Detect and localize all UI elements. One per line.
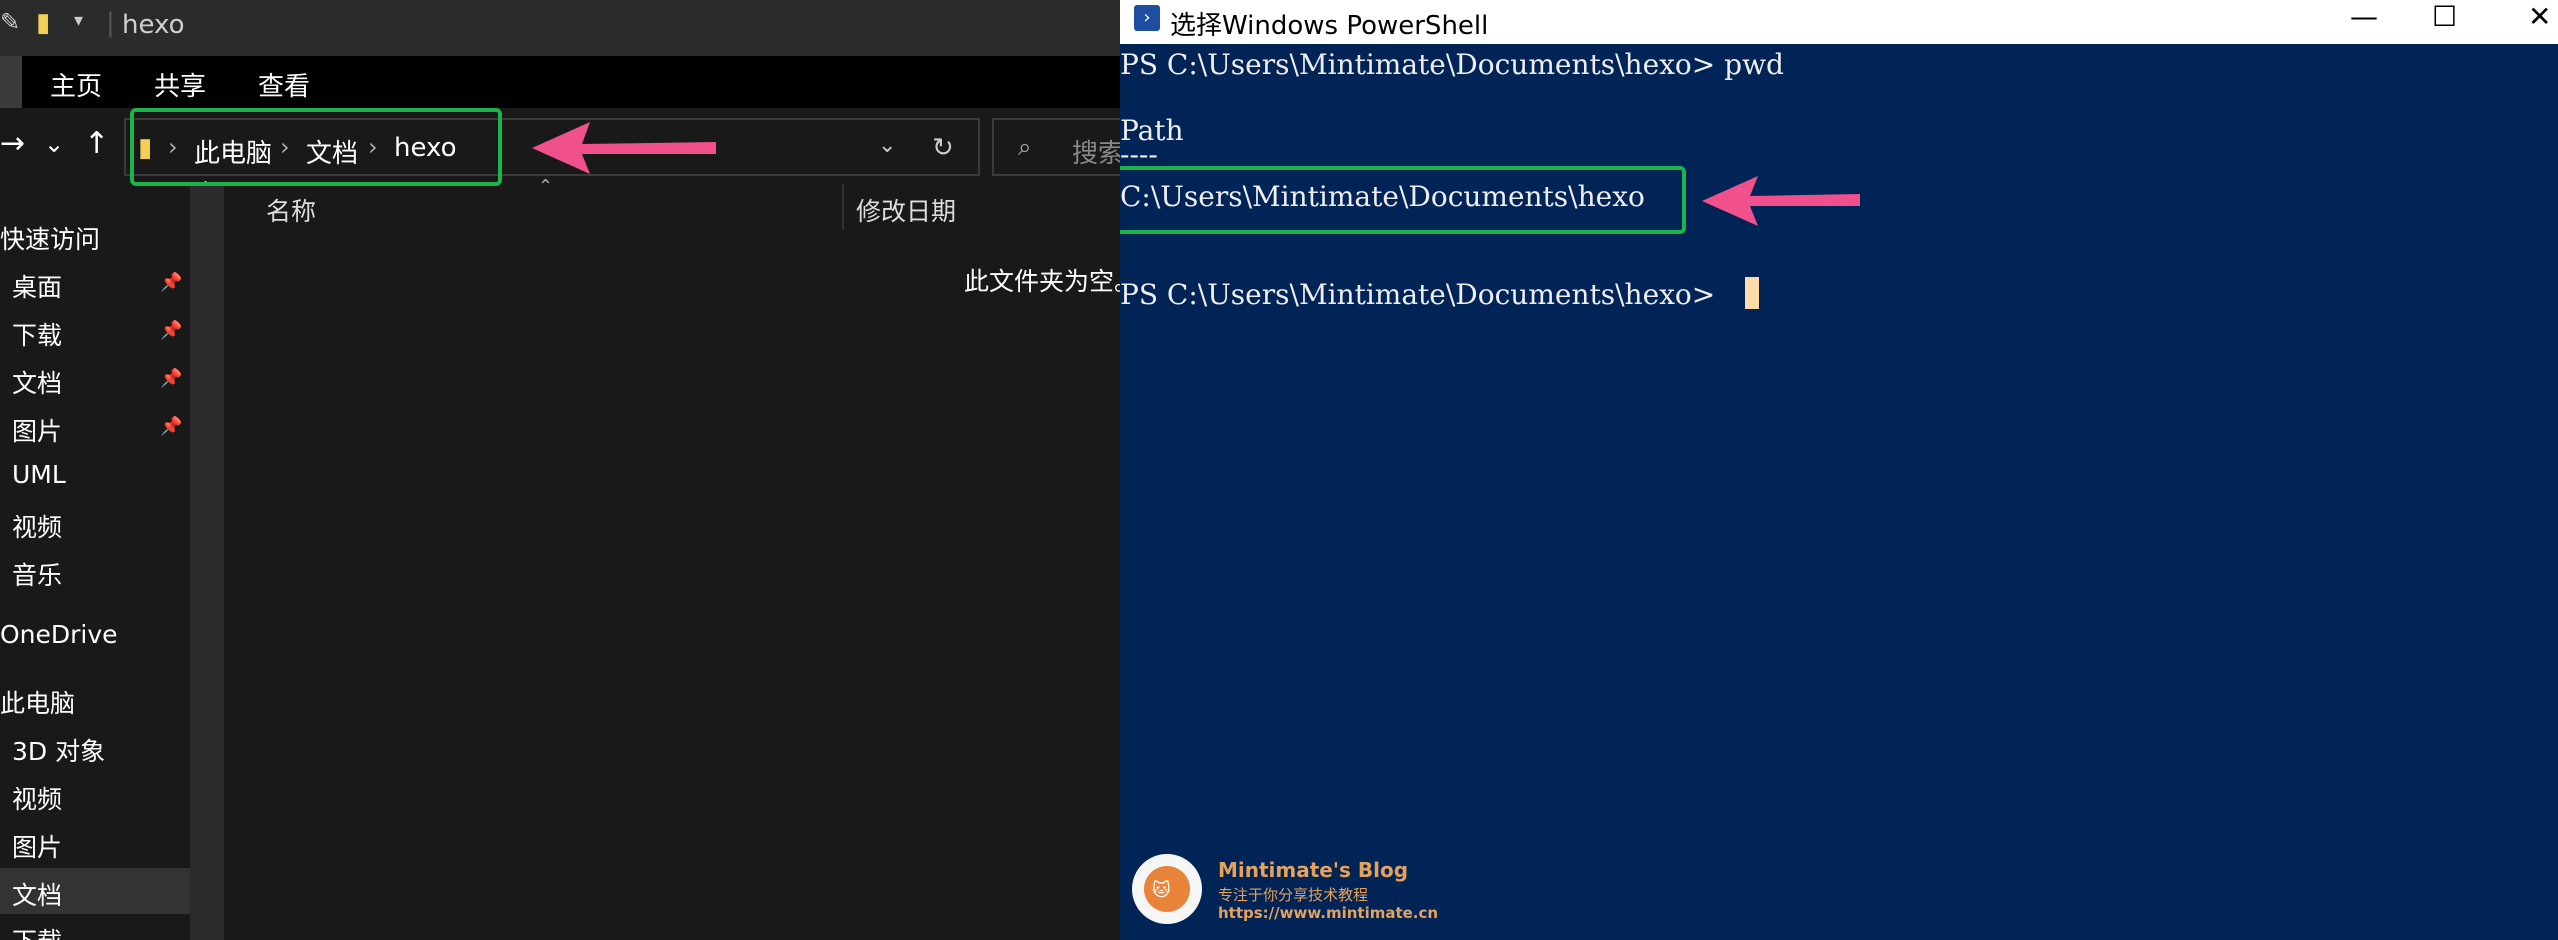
watermark-url: https://www.mintimate.cn [1218, 904, 1439, 922]
navigation-scrollbar[interactable]: ⌃ [190, 178, 224, 940]
blog-logo-icon: 🐱 [1132, 854, 1202, 924]
sidebar-item-uml[interactable]: UML [12, 460, 66, 489]
folder-icon: ▮ [36, 8, 51, 38]
sidebar-item-quick-access[interactable]: 快速访问 [0, 220, 100, 256]
watermark-title: Mintimate's Blog [1218, 858, 1409, 882]
sidebar-item-3d-objects[interactable]: 3D 对象 [12, 732, 105, 768]
sidebar-item-pc-videos[interactable]: 视频 [12, 780, 62, 816]
pin-icon: 📌 [160, 272, 183, 293]
pin-icon: 📌 [160, 368, 183, 389]
close-icon[interactable]: ✕ [2528, 0, 2551, 33]
column-header-modified[interactable]: 修改日期 [856, 192, 956, 228]
column-header-name[interactable]: 名称 [266, 192, 316, 228]
search-icon: ⌕ [1018, 133, 1032, 161]
file-explorer-window: ✎ ▮ ▾ | hexo 主页 共享 查看 → ⌄ ↑ ▮ › 此电脑 › 文档… [0, 0, 1120, 940]
search-placeholder: 搜索 [1072, 139, 1120, 169]
empty-folder-message: 此文件夹为空。 [964, 267, 1120, 296]
pin-icon: 📌 [160, 320, 183, 341]
blog-watermark: 🐱 Mintimate's Blog 专注于你分享技术教程 https://ww… [1132, 850, 1512, 930]
sort-ascending-icon: ⌃ [538, 176, 554, 197]
console-line-command: PS C:\Users\Mintimate\Documents\hexo> pw… [1120, 48, 1784, 81]
highlight-box [1120, 166, 1686, 234]
file-tab[interactable] [0, 56, 22, 108]
highlight-box [130, 108, 502, 186]
sidebar-item-pc-documents[interactable]: 文档 [12, 876, 62, 912]
sidebar-item-videos[interactable]: 视频 [12, 508, 62, 544]
minimize-icon[interactable]: — [2350, 0, 2378, 33]
forward-arrow-icon[interactable]: → [0, 126, 25, 161]
console-line-prompt[interactable]: PS C:\Users\Mintimate\Documents\hexo> [1120, 278, 1724, 311]
sidebar-item-pc-downloads[interactable]: 下载 [12, 922, 62, 940]
powershell-window: › 选择Windows PowerShell — ☐ ✕ PS C:\Users… [1120, 0, 2558, 940]
address-dropdown-icon[interactable]: ⌄ [878, 133, 896, 158]
sidebar-item-downloads[interactable]: 下载 [12, 316, 62, 352]
explorer-title-bar: ✎ ▮ ▾ | hexo [0, 0, 1120, 56]
chevron-down-icon[interactable]: ▾ [74, 10, 83, 31]
sidebar-item-onedrive[interactable]: OneDrive [0, 620, 118, 649]
window-title: hexo [122, 10, 185, 40]
sidebar-item-this-pc[interactable]: 此电脑 [0, 684, 75, 720]
sidebar-item-pictures[interactable]: 图片 [12, 412, 62, 448]
up-arrow-icon[interactable]: ↑ [84, 126, 109, 161]
tab-share[interactable]: 共享 [154, 66, 206, 103]
tab-view[interactable]: 查看 [258, 66, 310, 103]
sidebar-item-documents[interactable]: 文档 [12, 364, 62, 400]
pin-icon: 📌 [160, 416, 183, 437]
ribbon-tabs: 主页 共享 查看 [0, 56, 1120, 108]
sidebar-item-pc-pictures[interactable]: 图片 [12, 828, 62, 864]
file-list-pane: 名称 ⌃ 修改日期 此文件夹为空。 [224, 176, 1120, 940]
tab-home[interactable]: 主页 [50, 66, 102, 103]
column-divider[interactable] [842, 184, 844, 230]
maximize-icon[interactable]: ☐ [2432, 0, 2457, 33]
sidebar-item-desktop[interactable]: 桌面 [12, 268, 62, 304]
quick-access-toolbar-icon[interactable]: ✎ [0, 8, 20, 36]
powershell-title-bar: › 选择Windows PowerShell — ☐ ✕ [1120, 0, 2558, 44]
window-title: 选择Windows PowerShell [1170, 11, 1489, 41]
title-divider: | [106, 8, 115, 38]
sidebar-item-music[interactable]: 音乐 [12, 556, 62, 592]
pointer-arrow [532, 122, 716, 174]
refresh-icon[interactable]: ↻ [932, 133, 954, 163]
watermark-subtitle: 专注于你分享技术教程 [1218, 886, 1369, 904]
powershell-icon: › [1134, 5, 1160, 31]
navigation-pane: 快速访问 桌面 📌 下载 📌 文档 📌 图片 📌 UML 视频 音乐 OneDr… [0, 184, 190, 940]
search-box[interactable]: ⌕ 搜索 [992, 118, 1120, 176]
text-cursor [1745, 277, 1759, 309]
pointer-arrow [1702, 176, 1860, 226]
recent-locations-chevron-icon[interactable]: ⌄ [44, 130, 64, 158]
